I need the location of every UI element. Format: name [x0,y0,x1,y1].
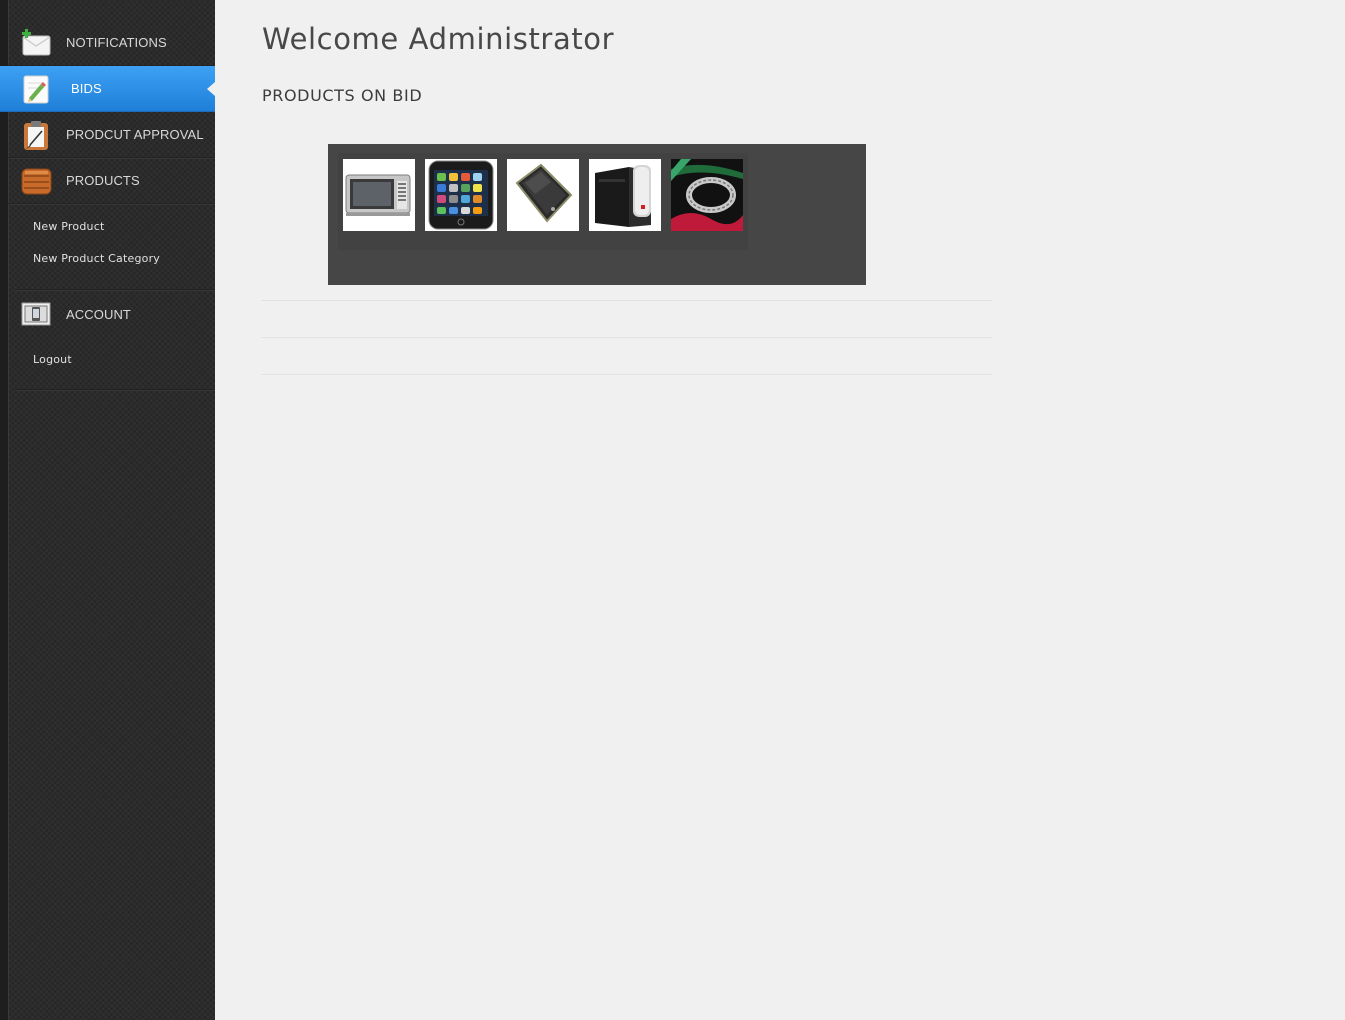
sidebar-item-label: ACCOUNT [66,306,131,322]
product-thumb-iphone[interactable] [425,159,497,231]
sidebar-divider [14,389,215,391]
sidebar-item-products[interactable]: PRODUCTS [8,158,215,204]
sidebar-item-label: PRODCUT APPROVAL [66,127,204,142]
black-phone-image [507,159,579,231]
iphone-image [425,159,497,231]
sidebar-item-account[interactable]: ACCOUNT [8,291,215,337]
logout-link[interactable]: Logout [33,353,72,366]
sidebar-item-label: PRODUCTS [66,173,140,188]
wooden-box-icon [20,165,52,197]
product-thumb-ring[interactable] [671,159,743,231]
content-divider [261,337,992,338]
sidebar-item-label: NOTIFICATIONS [66,35,167,50]
sidebar-item-product-approval[interactable]: PRODCUT APPROVAL [8,112,215,158]
page-title: Welcome Administrator [262,22,615,56]
ring-image [671,159,743,231]
sidebar-item-bids[interactable]: BIDS [0,66,215,112]
new-product-link[interactable]: New Product [33,220,104,233]
product-thumb-desktop-tower[interactable] [589,159,661,231]
product-thumb-black-phone[interactable] [507,159,579,231]
products-gallery [328,144,866,285]
active-indicator [207,82,215,96]
pencil-note-icon [20,73,52,105]
product-thumb-microwave[interactable] [343,159,415,231]
desktop-tower-image [589,159,661,231]
envelope-icon [20,27,52,59]
clipboard-icon [20,119,52,151]
section-title: PRODUCTS ON BID [262,86,423,105]
microwave-image [343,159,415,231]
phone-frame-icon [20,298,52,330]
sidebar-item-notifications[interactable]: NOTIFICATIONS [8,20,215,66]
sidebar: NOTIFICATIONS BIDS PRODCUT APPROVAL PROD… [0,0,215,1020]
content-divider [261,300,992,301]
sidebar-item-label: BIDS [71,81,102,96]
new-product-category-link[interactable]: New Product Category [33,252,160,265]
content-divider [261,374,992,375]
